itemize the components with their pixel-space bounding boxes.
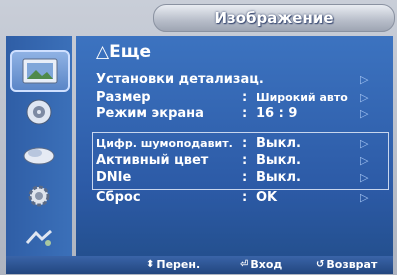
row-colon: : <box>242 170 248 185</box>
picture-icon <box>22 58 58 84</box>
footer-move-hint: ⬍ Перен. <box>146 258 200 271</box>
row-value: Выкл. <box>256 170 301 185</box>
row-colon: : <box>242 136 248 151</box>
row-value: Выкл. <box>256 153 301 168</box>
triangle-up-icon: △ <box>96 42 110 62</box>
panel-title: △Еще <box>96 42 151 62</box>
return-icon: ↺ <box>316 259 325 270</box>
menu-row-detail-settings[interactable]: Установки детализац. ▷ <box>96 72 386 88</box>
sidebar-item-sound[interactable] <box>13 94 65 130</box>
row-colon: : <box>242 90 248 105</box>
row-label: Сброс <box>96 190 141 205</box>
footer-enter-label: Вход <box>250 258 283 271</box>
menu-title: Изображение <box>214 9 334 27</box>
sound-icon <box>26 99 52 125</box>
footer-return-hint: ↺ Возврат <box>316 258 377 271</box>
up-down-arrows-icon: ⬍ <box>146 259 155 270</box>
enter-icon: ⏎ <box>240 259 249 270</box>
row-value: 16 : 9 <box>256 106 298 121</box>
row-value: Выкл. <box>256 136 301 151</box>
row-value: OK <box>256 190 278 205</box>
row-value: Широкий авто <box>256 91 348 104</box>
footer-move-label: Перен. <box>156 258 201 271</box>
arrow-right-icon: ▷ <box>360 137 369 150</box>
row-label: DNIe <box>96 170 132 185</box>
footer-left-bar <box>6 256 76 274</box>
arrow-right-icon: ▷ <box>360 107 369 120</box>
arrow-right-icon: ▷ <box>360 73 369 86</box>
row-colon: : <box>242 106 248 121</box>
menu-row-dnie[interactable]: DNIe : Выкл. ▷ <box>96 170 386 186</box>
sidebar-item-channel[interactable] <box>13 136 65 172</box>
row-label: Активный цвет <box>96 153 209 168</box>
channel-icon <box>23 147 55 165</box>
arrow-right-icon: ▷ <box>360 154 369 167</box>
menu-row-active-color[interactable]: Активный цвет : Выкл. ▷ <box>96 153 386 169</box>
arrow-right-icon: ▷ <box>360 191 369 204</box>
footer-enter-hint: ⏎ Вход <box>240 258 282 271</box>
menu-footer: ⬍ Перен. ⏎ Вход ↺ Возврат <box>76 256 393 274</box>
row-colon: : <box>242 190 248 205</box>
sidebar-item-setup[interactable] <box>13 178 65 214</box>
row-label: Режим экрана <box>96 106 204 121</box>
sidebar-item-input[interactable] <box>13 220 65 256</box>
footer-return-label: Возврат <box>326 258 378 271</box>
menu-panel: △Еще Установки детализац. ▷ Размер : Шир… <box>76 36 393 256</box>
menu-row-noise-reduction[interactable]: Цифр. шумоподавит. : Выкл. ▷ <box>96 136 386 152</box>
row-label: Установки детализац. <box>96 72 264 87</box>
menu-row-size[interactable]: Размер : Широкий авто ▷ <box>96 90 386 106</box>
menu-row-screen-mode[interactable]: Режим экрана : 16 : 9 ▷ <box>96 106 386 122</box>
panel-title-text: Еще <box>109 42 152 62</box>
row-label: Цифр. шумоподавит. <box>96 137 233 150</box>
menu-header: Изображение <box>153 4 395 32</box>
arrow-right-icon: ▷ <box>360 91 369 104</box>
menu-row-reset[interactable]: Сброс : OK ▷ <box>96 190 386 206</box>
arrow-right-icon: ▷ <box>360 171 369 184</box>
row-colon: : <box>242 153 248 168</box>
row-label: Размер <box>96 90 151 105</box>
menu-sidebar <box>6 36 72 256</box>
setup-icon <box>28 185 50 207</box>
sidebar-item-picture[interactable] <box>10 50 70 92</box>
input-icon <box>25 229 52 246</box>
